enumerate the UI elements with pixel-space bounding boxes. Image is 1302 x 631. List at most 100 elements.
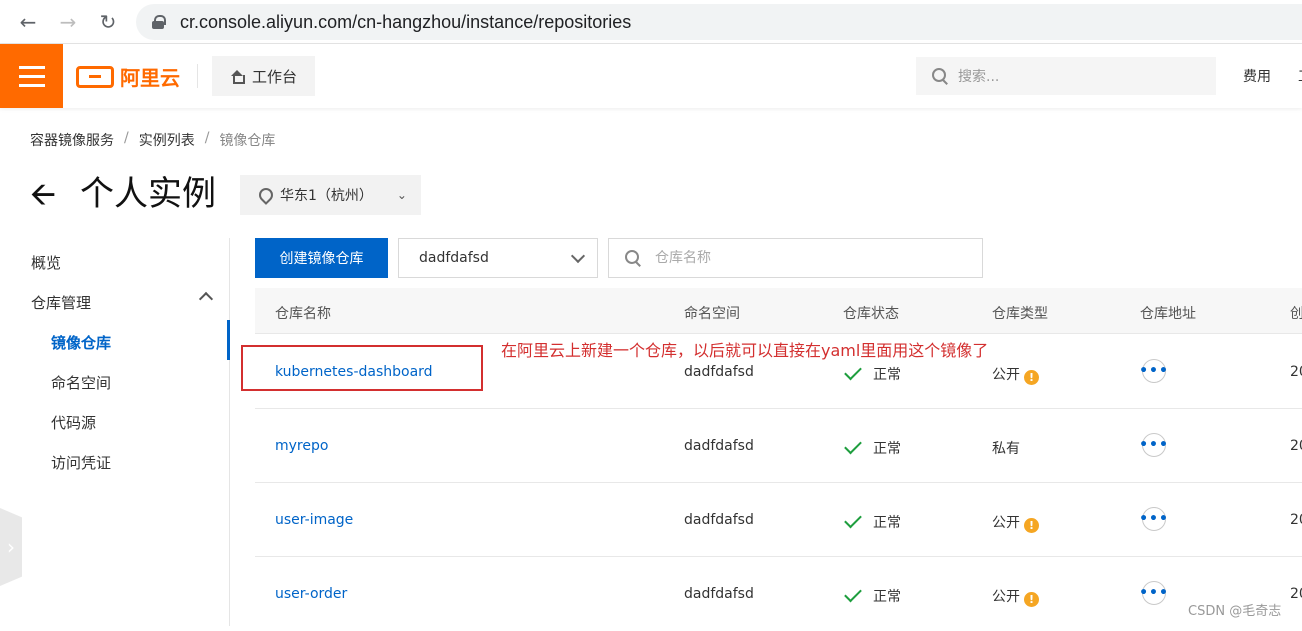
browser-toolbar: ← → ↻ cr.console.aliyun.com/cn-hangzhou/… [0,0,1302,44]
header-edge-link[interactable]: 工 [1298,66,1302,86]
lock-icon [152,15,166,29]
check-icon [844,510,862,529]
more-options-icon[interactable]: ••• [1139,433,1168,457]
repo-created: 20 [1290,364,1302,380]
sidebar-divider [229,238,230,626]
table-header: 仓库名称 命名空间 仓库状态 仓库类型 仓库地址 创 [255,288,1302,334]
repo-namespace: dadfdafsd [684,364,754,380]
repo-status-text: 正常 [873,367,901,383]
breadcrumb-item-instances[interactable]: 实例列表 [139,130,195,150]
repo-type: 公开! [992,512,1039,533]
annotation-text: 在阿里云上新建一个仓库，以后就可以直接在yaml里面用这个镜像了 [501,341,989,360]
forward-arrow-icon[interactable]: → [54,8,82,36]
search-icon [932,68,948,84]
sidebar-item-overview[interactable]: 概览 [31,252,61,273]
chevron-down-icon: ⌄ [396,188,407,202]
aliyun-logo[interactable]: 阿里云 [76,62,180,91]
repo-search-field[interactable] [608,238,983,278]
repo-namespace: dadfdafsd [684,586,754,602]
chevron-up-icon[interactable] [198,291,214,307]
reload-icon[interactable]: ↻ [94,8,122,36]
menu-icon[interactable] [0,44,63,108]
repo-name-link[interactable]: myrepo [275,438,328,454]
sidebar-item-repo-management[interactable]: 仓库管理 [31,292,91,313]
expand-sidebar-handle[interactable]: › [0,508,22,586]
warning-icon[interactable]: ! [1024,518,1039,533]
logo-mark-icon [76,65,114,88]
repo-type-text: 公开 [992,589,1020,605]
repo-type-text: 公开 [992,367,1020,383]
breadcrumb-separator: / [124,130,129,146]
column-header-name: 仓库名称 [275,306,331,322]
check-icon [844,584,862,603]
back-arrow-icon[interactable]: ← [14,8,42,36]
breadcrumb-separator: / [204,130,210,146]
sidebar-item-code-sources[interactable]: 代码源 [51,412,96,433]
url-text: cr.console.aliyun.com/cn-hangzhou/instan… [180,11,632,32]
page-title: 个人实例 [80,174,216,214]
column-header-status: 仓库状态 [843,306,899,322]
logo-text: 阿里云 [120,66,180,90]
global-search-input[interactable]: 搜索... [916,57,1216,95]
repo-type: 公开! [992,364,1039,385]
back-icon[interactable]: 🡨 [30,176,56,212]
location-pin-icon [258,188,270,202]
namespace-select[interactable]: dadfdafsd [398,238,598,278]
repo-status-text: 正常 [873,589,901,605]
breadcrumb-item-service[interactable]: 容器镜像服务 [30,130,114,150]
column-header-type: 仓库类型 [992,306,1048,322]
sidebar-item-access-credentials[interactable]: 访问凭证 [51,452,111,473]
repo-type: 私有 [992,441,1020,457]
repo-type-text: 公开 [992,515,1020,531]
address-bar[interactable]: cr.console.aliyun.com/cn-hangzhou/instan… [136,4,1302,40]
sidebar-item-image-repos[interactable]: 镜像仓库 [51,332,111,353]
table-row: user-image dadfdafsd 正常 公开! ••• 20 [255,483,1302,557]
repo-name-link[interactable]: user-order [275,586,347,602]
chevron-down-icon [570,248,586,264]
region-selector[interactable]: 华东1（杭州） ⌄ [240,175,421,215]
repo-status: 正常 [844,436,901,458]
check-icon [844,362,862,381]
breadcrumb: 容器镜像服务 / 实例列表 / 镜像仓库 [30,130,275,150]
table-row: user-order dadfdafsd 正常 公开! ••• 20 [255,557,1302,631]
namespace-select-value: dadfdafsd [419,250,489,266]
chevron-right-icon: › [7,535,15,559]
fee-link[interactable]: 费用 [1243,66,1271,86]
column-header-address: 仓库地址 [1140,306,1196,322]
breadcrumb-item-current: 镜像仓库 [219,133,276,149]
repo-status: 正常 [844,584,901,606]
more-options-icon[interactable]: ••• [1139,359,1168,383]
more-options-icon[interactable]: ••• [1139,581,1168,605]
region-label: 华东1（杭州） [280,188,373,204]
workbench-label: 工作台 [251,67,297,86]
app-header: 阿里云 工作台 搜索... 费用 工 [0,44,1302,108]
repo-status: 正常 [844,510,901,532]
repo-created: 20 [1290,586,1302,602]
home-icon [230,70,245,84]
repo-type: 公开! [992,586,1039,607]
watermark: CSDN @毛奇志 [1188,604,1282,619]
repo-created: 20 [1290,512,1302,528]
sidebar-active-indicator [227,320,230,360]
repo-created: 20 [1290,438,1302,454]
sidebar-item-namespaces[interactable]: 命名空间 [51,372,111,393]
repo-namespace: dadfdafsd [684,438,754,454]
annotation-highlight-box [241,345,483,391]
warning-icon[interactable]: ! [1024,370,1039,385]
warning-icon[interactable]: ! [1024,592,1039,607]
header-divider [197,64,198,88]
more-options-icon[interactable]: ••• [1139,507,1168,531]
repo-search-input[interactable] [655,250,955,266]
repo-name-link[interactable]: user-image [275,512,353,528]
column-header-created: 创 [1290,306,1302,322]
create-repo-button[interactable]: 创建镜像仓库 [255,238,388,278]
check-icon [844,436,862,455]
repo-status: 正常 [844,362,901,384]
workbench-button[interactable]: 工作台 [212,56,315,96]
repo-status-text: 正常 [873,441,901,457]
repo-status-text: 正常 [873,515,901,531]
repo-namespace: dadfdafsd [684,512,754,528]
search-icon [625,250,641,266]
column-header-namespace: 命名空间 [684,306,740,322]
table-row: myrepo dadfdafsd 正常 私有 ••• 20 [255,409,1302,483]
